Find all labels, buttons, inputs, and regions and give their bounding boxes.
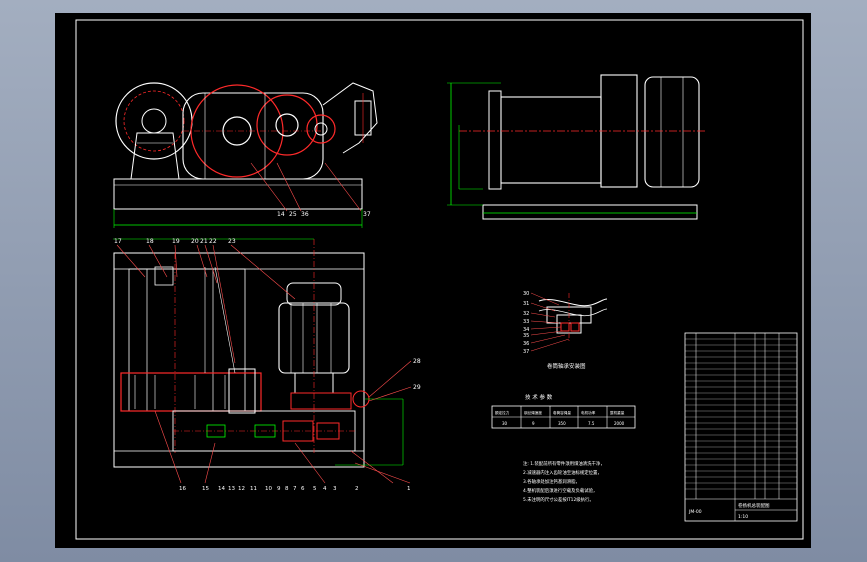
plan-section-view: 17 18 19 20 21 22 23 28 29 16 15 14 13 1… — [113, 238, 421, 492]
callout-plan-23: 23 — [228, 238, 236, 245]
callout-plan-9: 9 — [277, 486, 281, 492]
callout-plan-21: 21 — [200, 238, 208, 245]
callout-plan-15: 15 — [202, 486, 209, 492]
callout-front-36: 36 — [301, 211, 309, 218]
tech-table-title: 技 术 参 数 — [525, 393, 553, 401]
callout-front-37: 37 — [363, 211, 371, 218]
callout-detail-36: 36 — [523, 341, 529, 347]
plan-brake — [290, 392, 352, 410]
base-frame — [113, 178, 363, 210]
callout-plan-17: 17 — [114, 238, 122, 245]
tech-header-1: 额定拉力 — [495, 410, 510, 415]
callout-plan-11: 11 — [250, 486, 257, 492]
side-base — [482, 204, 698, 220]
tech-value-3: 350 — [558, 421, 566, 426]
callout-front-25: 25 — [289, 211, 297, 218]
callout-plan-1: 1 — [407, 486, 411, 492]
drawing-title: 卷扬机总装配图 — [738, 502, 770, 509]
note-line-4: 4.整机装配后须进行空载及负载试验， — [523, 487, 597, 494]
callout-plan-16: 16 — [179, 486, 186, 492]
pinion-gear — [306, 114, 336, 144]
callout-plan-7: 7 — [293, 486, 297, 492]
note-line-2: 2.减速器内注入齿轮油至油标规定位置， — [523, 469, 602, 476]
callout-plan-28: 28 — [413, 358, 421, 365]
callout-plan-19: 19 — [172, 238, 180, 245]
callout-plan-8: 8 — [285, 486, 289, 492]
callout-plan-10: 10 — [265, 486, 272, 492]
tech-value-4: 7.5 — [588, 421, 595, 426]
drum-flange — [115, 82, 193, 160]
tech-value-1: 30 — [502, 421, 508, 426]
inner-frame — [75, 19, 804, 540]
callout-plan-18: 18 — [146, 238, 154, 245]
cad-viewport: 14 25 36 37 17 18 19 20 21 22 23 28 29 1… — [0, 0, 867, 562]
side-drum — [500, 96, 602, 184]
callout-plan-2: 2 — [355, 486, 359, 492]
plan-gear-section — [120, 372, 262, 412]
note-line-3: 3.各轴承处加注钙基润滑脂， — [523, 478, 580, 485]
detail-caption: 卷筒轴承安装图 — [547, 362, 586, 370]
callout-plan-22: 22 — [209, 238, 217, 245]
technical-notes: 注: 1.装配前所有零件须用煤油清洗干净， 2.减速器内注入齿轮油至油标规定位置… — [523, 460, 605, 503]
callout-detail-30: 30 — [523, 291, 529, 297]
callout-plan-6: 6 — [301, 486, 305, 492]
brake-lever — [322, 82, 378, 154]
tech-parameter-table: 技 术 参 数 额定拉力 钢丝绳速度 卷筒容绳量 电机功率 整机重量 30 9 … — [491, 393, 636, 429]
plan-frame — [113, 252, 365, 468]
tech-value-5: 2000 — [614, 421, 625, 426]
callout-detail-32: 32 — [523, 311, 529, 317]
callout-detail-37: 37 — [523, 349, 529, 355]
callout-plan-5: 5 — [313, 486, 317, 492]
tech-header-5: 整机重量 — [610, 410, 625, 415]
note-line-1: 注: 1.装配前所有零件须用煤油清洗干净， — [523, 460, 605, 467]
callout-detail-31: 31 — [523, 301, 529, 307]
title-block: JM-00 卷扬机总装配图 1:10 — [688, 499, 797, 521]
drawing-canvas: 14 25 36 37 17 18 19 20 21 22 23 28 29 1… — [75, 19, 804, 540]
callout-plan-20: 20 — [191, 238, 199, 245]
callout-front-14: 14 — [277, 211, 285, 218]
plan-drum — [128, 268, 246, 412]
note-line-5: 5.未注明的尺寸公差按IT12级执行。 — [523, 496, 594, 503]
callout-detail-35: 35 — [523, 333, 529, 339]
drawing-scale: 1:10 — [738, 514, 748, 520]
tech-value-2: 9 — [532, 421, 535, 426]
tech-header-4: 电机功率 — [581, 410, 596, 415]
callout-plan-13: 13 — [228, 486, 235, 492]
side-elevation-view — [447, 74, 705, 220]
callout-plan-29: 29 — [413, 384, 421, 391]
callout-plan-14: 14 — [218, 486, 225, 492]
parts-list-table: JM-00 卷扬机总装配图 1:10 — [684, 332, 798, 522]
bearing-detail-view: 30 31 32 33 34 35 36 37 卷筒轴承安装图 — [523, 291, 608, 370]
tech-header-3: 卷筒容绳量 — [553, 410, 571, 415]
side-gearbox — [644, 76, 700, 188]
drawing-number: JM-00 — [688, 509, 702, 515]
tech-header-2: 钢丝绳速度 — [524, 410, 542, 415]
drawing-sheet[interactable]: 14 25 36 37 17 18 19 20 21 22 23 28 29 1… — [55, 13, 811, 548]
callout-plan-3: 3 — [333, 486, 337, 492]
callout-plan-12: 12 — [238, 486, 245, 492]
parts-list-rows — [685, 338, 797, 500]
front-elevation-view: 14 25 36 37 — [113, 82, 378, 228]
callout-plan-4: 4 — [323, 486, 327, 492]
callout-detail-33: 33 — [523, 319, 529, 325]
